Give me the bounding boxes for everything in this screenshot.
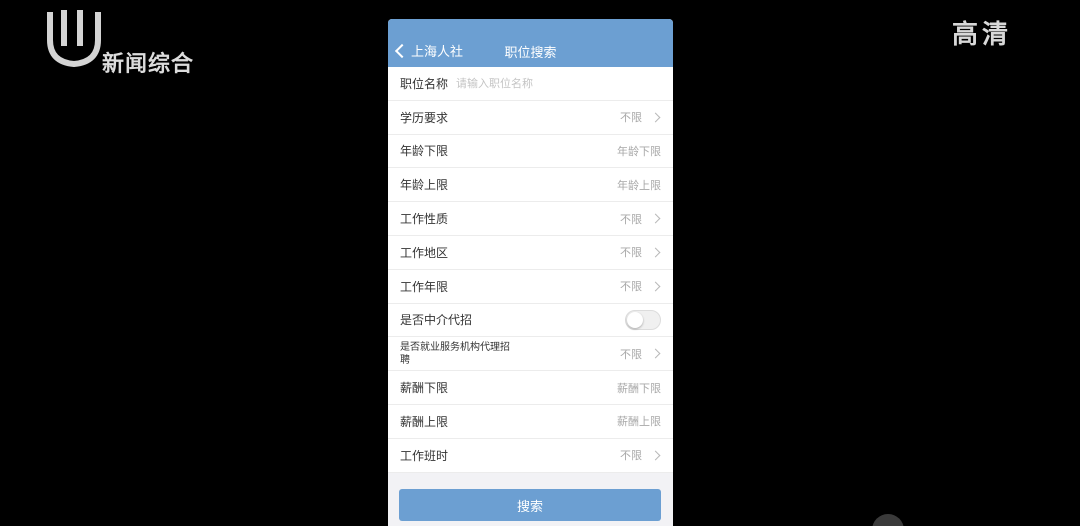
channel-logo-icon — [47, 10, 101, 68]
row-value: 年龄上限 — [617, 177, 661, 193]
channel-logo: 新闻综合 — [44, 6, 214, 77]
phone-screen: 上海人社 职位搜索 职位名称 学历要求 不限 年龄下限 年龄下限 — [388, 19, 673, 526]
hd-badge: 高清 — [951, 20, 1012, 50]
row-job-type[interactable]: 工作性质 不限 — [388, 202, 673, 236]
row-label: 年龄下限 — [400, 144, 449, 159]
row-label: 工作年限 — [400, 279, 449, 294]
screen: 新闻综合 高清 上海人社 职位搜索 职位名称 学历要求 不限 — [0, 0, 1080, 526]
row-value-text: 年龄上限 — [617, 178, 661, 192]
row-value-text: 不限 — [620, 280, 642, 294]
row-value: 薪酬上限 — [617, 413, 661, 429]
chevron-right-icon — [650, 112, 661, 123]
row-agency-service[interactable]: 是否就业服务机构代理招聘 不限 — [388, 337, 673, 372]
row-label: 薪酬上限 — [400, 414, 449, 429]
row-value-text: 不限 — [620, 449, 642, 463]
row-label: 薪酬下限 — [400, 381, 449, 396]
row-label: 是否就业服务机构代理招聘 — [400, 341, 510, 366]
agency-toggle-switch[interactable] — [625, 309, 661, 330]
search-form: 职位名称 学历要求 不限 年龄下限 年龄下限 年龄上限 年龄上限 — [388, 67, 673, 473]
row-value: 薪酬下限 — [617, 380, 661, 396]
row-education[interactable]: 学历要求 不限 — [388, 101, 673, 135]
row-label: 是否中介代招 — [400, 313, 473, 328]
row-value-text: 不限 — [620, 246, 642, 260]
row-value-text: 薪酬下限 — [617, 381, 661, 395]
chevron-right-icon — [650, 247, 661, 258]
row-work-years[interactable]: 工作年限 不限 — [388, 270, 673, 304]
row-salary-max[interactable]: 薪酬上限 薪酬上限 — [388, 405, 673, 439]
row-value: 不限 — [620, 211, 661, 227]
nav-bar: 上海人社 职位搜索 — [388, 19, 673, 67]
job-name-label: 职位名称 — [400, 76, 449, 91]
row-label: 年龄上限 — [400, 178, 449, 193]
toggle-knob — [627, 311, 643, 328]
row-label: 工作地区 — [400, 245, 449, 260]
row-agency-toggle: 是否中介代招 — [388, 304, 673, 338]
row-value: 不限 — [620, 447, 661, 463]
chevron-right-icon — [650, 348, 661, 359]
page-title: 职位搜索 — [504, 46, 557, 61]
row-value: 不限 — [620, 109, 661, 125]
row-work-area[interactable]: 工作地区 不限 — [388, 236, 673, 270]
chevron-right-icon — [650, 450, 661, 461]
row-label: 工作班时 — [400, 448, 449, 463]
row-job-name: 职位名称 — [388, 67, 673, 101]
row-age-min[interactable]: 年龄下限 年龄下限 — [388, 135, 673, 169]
job-name-input[interactable] — [456, 76, 617, 90]
row-value: 不限 — [620, 244, 661, 260]
row-value: 不限 — [620, 346, 661, 362]
row-value: 不限 — [620, 278, 661, 294]
row-work-shift[interactable]: 工作班时 不限 — [388, 439, 673, 473]
row-value-text: 年龄下限 — [617, 144, 661, 158]
row-value-text: 不限 — [620, 111, 642, 125]
row-value-text: 不限 — [620, 347, 642, 361]
row-value: 年龄下限 — [617, 143, 661, 159]
row-salary-min[interactable]: 薪酬下限 薪酬下限 — [388, 371, 673, 405]
chevron-right-icon — [650, 281, 661, 292]
corner-circle-icon — [872, 514, 904, 526]
row-age-max[interactable]: 年龄上限 年龄上限 — [388, 168, 673, 203]
chevron-right-icon — [650, 213, 661, 224]
channel-name: 新闻综合 — [102, 52, 195, 77]
row-label: 学历要求 — [400, 110, 449, 125]
row-value-text: 不限 — [620, 212, 642, 226]
row-value-text: 薪酬上限 — [617, 415, 661, 429]
row-label: 工作性质 — [400, 212, 449, 227]
search-button[interactable]: 搜索 — [399, 489, 661, 521]
